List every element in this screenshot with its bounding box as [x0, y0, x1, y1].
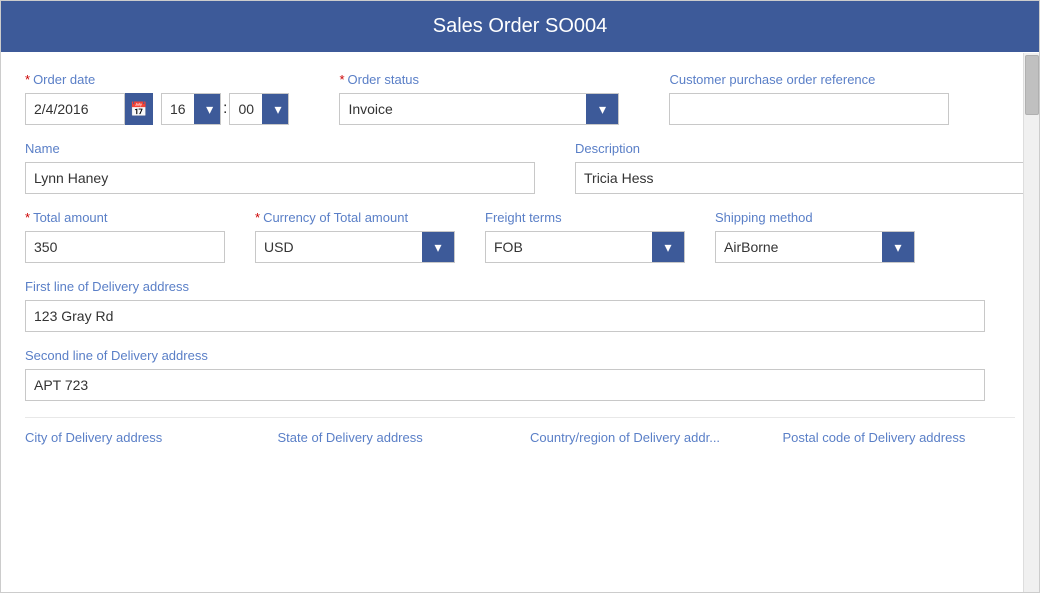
delivery-address2-input[interactable] — [25, 369, 985, 401]
cpo-ref-label: Customer purchase order reference — [669, 72, 949, 87]
hour-select-wrapper: 16 ▾ — [161, 93, 221, 125]
total-amount-label: *Total amount — [25, 210, 225, 225]
freight-terms-label: Freight terms — [485, 210, 685, 225]
total-amount-input[interactable] — [25, 231, 225, 263]
order-status-chevron-button[interactable]: ▾ — [586, 93, 618, 125]
order-date-group: *Order date 📅 16 ▾ : — [25, 72, 289, 125]
description-input[interactable] — [575, 162, 1039, 194]
row-name-desc: Name Description — [25, 141, 1015, 194]
freight-terms-chevron-icon: ▾ — [664, 240, 671, 254]
date-input-group: 📅 16 ▾ : 00 ▾ — [25, 93, 289, 125]
shipping-method-group: Shipping method AirBorne ▾ — [715, 210, 915, 263]
currency-value: USD — [256, 233, 422, 261]
freight-terms-chevron-button[interactable]: ▾ — [652, 231, 684, 263]
row-city-state-country-postal: City of Delivery address State of Delive… — [25, 417, 1015, 445]
order-status-chevron-icon: ▾ — [599, 102, 606, 116]
hour-value: 16 — [162, 95, 194, 123]
required-star-4: * — [255, 210, 260, 225]
required-star: * — [25, 72, 30, 87]
row-address2: Second line of Delivery address — [25, 348, 1015, 401]
form-content: *Order date 📅 16 ▾ : — [1, 52, 1039, 592]
title-bar: Sales Order SO004 — [1, 1, 1039, 52]
page-title: Sales Order SO004 — [433, 15, 608, 37]
state-label: State of Delivery address — [278, 430, 511, 445]
row-address1: First line of Delivery address — [25, 279, 1015, 332]
order-date-label: *Order date — [25, 72, 289, 87]
row-total-shipping: *Total amount *Currency of Total amount … — [25, 210, 1015, 263]
description-label: Description — [575, 141, 1039, 156]
hour-chevron-icon: ▾ — [206, 102, 213, 116]
min-select-wrapper: 00 ▾ — [229, 93, 289, 125]
min-chevron-icon: ▾ — [275, 102, 282, 116]
shipping-method-label: Shipping method — [715, 210, 915, 225]
order-status-value: Invoice — [340, 95, 586, 123]
total-amount-group: *Total amount — [25, 210, 225, 263]
delivery-address1-input[interactable] — [25, 300, 985, 332]
name-input[interactable] — [25, 162, 535, 194]
currency-chevron-button[interactable]: ▾ — [422, 231, 454, 263]
required-star-3: * — [25, 210, 30, 225]
description-group: Description — [575, 141, 1039, 194]
currency-select[interactable]: USD ▾ — [255, 231, 455, 263]
cpo-ref-group: Customer purchase order reference — [669, 72, 949, 125]
currency-chevron-icon: ▾ — [434, 240, 441, 254]
shipping-method-select[interactable]: AirBorne ▾ — [715, 231, 915, 263]
order-date-input[interactable] — [25, 93, 125, 125]
currency-group: *Currency of Total amount USD ▾ — [255, 210, 455, 263]
delivery-address2-label: Second line of Delivery address — [25, 348, 208, 363]
shipping-method-value: AirBorne — [716, 233, 882, 261]
freight-terms-select[interactable]: FOB ▾ — [485, 231, 685, 263]
country-label: Country/region of Delivery addr... — [530, 430, 763, 445]
min-chevron-button[interactable]: ▾ — [262, 93, 289, 125]
scrollbar-thumb[interactable] — [1025, 55, 1039, 115]
required-star-2: * — [339, 72, 344, 87]
time-group: 16 ▾ : 00 ▾ — [161, 93, 289, 125]
order-status-select[interactable]: Invoice ▾ — [339, 93, 619, 125]
main-window: Sales Order SO004 *Order date 📅 16 — [0, 0, 1040, 593]
cpo-ref-input[interactable] — [669, 93, 949, 125]
freight-terms-value: FOB — [486, 233, 652, 261]
freight-terms-group: Freight terms FOB ▾ — [485, 210, 685, 263]
delivery-address1-label: First line of Delivery address — [25, 279, 189, 294]
city-label: City of Delivery address — [25, 430, 258, 445]
calendar-icon: 📅 — [130, 101, 147, 118]
shipping-method-chevron-button[interactable]: ▾ — [882, 231, 914, 263]
postal-label: Postal code of Delivery address — [783, 430, 1016, 445]
order-status-group: *Order status Invoice ▾ — [339, 72, 619, 125]
hour-chevron-button[interactable]: ▾ — [194, 93, 221, 125]
row-order-date-status: *Order date 📅 16 ▾ : — [25, 72, 1015, 125]
calendar-button[interactable]: 📅 — [125, 93, 153, 125]
order-status-label: *Order status — [339, 72, 619, 87]
shipping-method-chevron-icon: ▾ — [894, 240, 901, 254]
time-separator: : — [221, 100, 229, 118]
currency-label: *Currency of Total amount — [255, 210, 455, 225]
name-label: Name — [25, 141, 535, 156]
name-group: Name — [25, 141, 535, 194]
scrollbar-track[interactable] — [1023, 53, 1039, 592]
min-value: 00 — [230, 95, 262, 123]
